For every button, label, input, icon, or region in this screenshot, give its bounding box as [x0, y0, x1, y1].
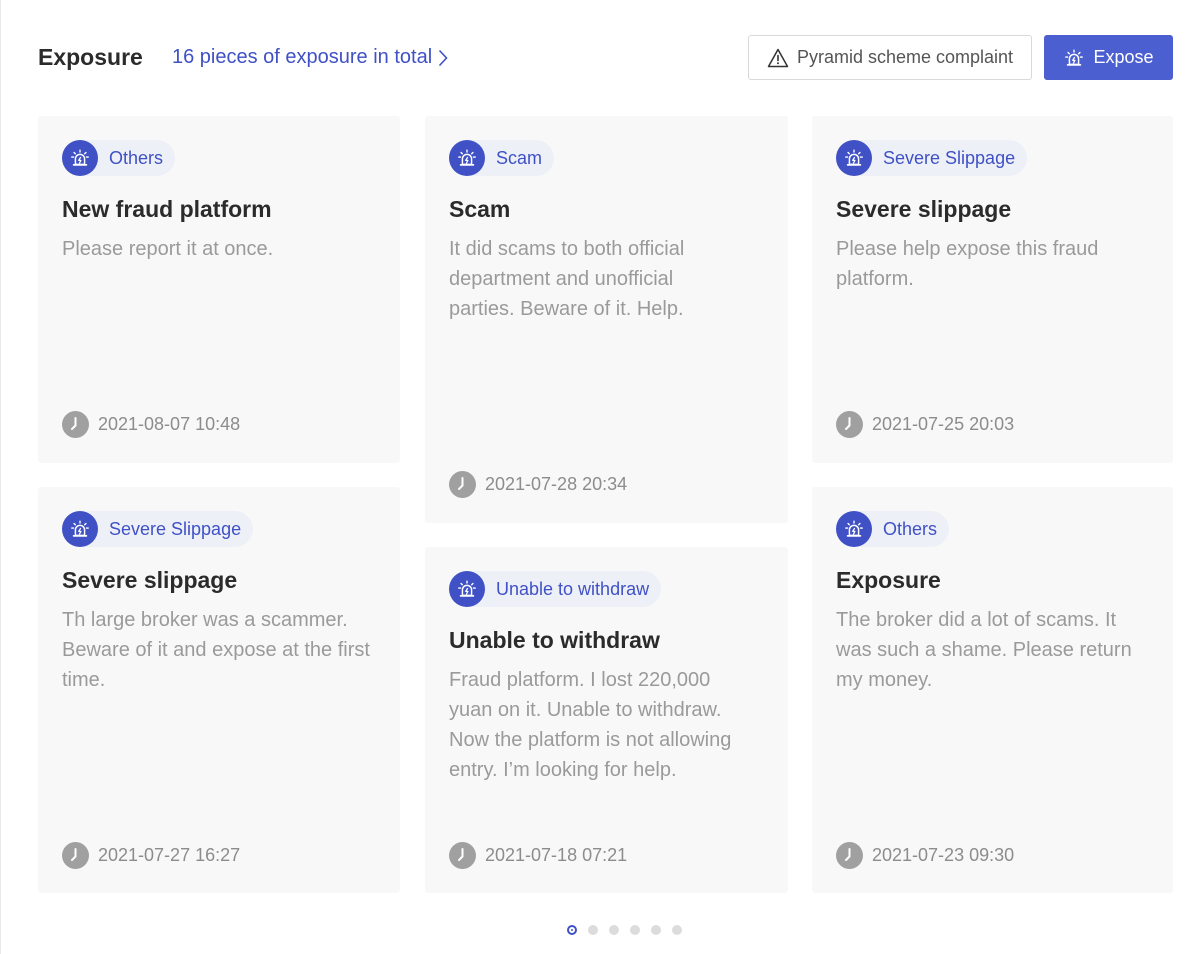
card-timestamp: 2021-07-23 09:30	[836, 842, 1014, 869]
expose-button[interactable]: Expose	[1044, 35, 1173, 80]
clock-icon	[836, 842, 863, 869]
card-description: Please report it at once.	[62, 238, 274, 260]
category-label: Others	[109, 147, 164, 168]
category-tag: Scam	[449, 140, 555, 176]
timestamp-text: 2021-08-07 10:48	[98, 414, 241, 434]
exposure-card[interactable]: Others Exposure The broker did a lot of …	[812, 487, 1173, 893]
pyramid-scheme-complaint-button[interactable]: Pyramid scheme complaint	[748, 35, 1032, 80]
card-title: Severe slippage	[62, 567, 238, 593]
card-title: Severe slippage	[836, 196, 1012, 222]
alarm-icon	[62, 511, 98, 547]
card-title: Exposure	[836, 567, 941, 593]
category-label: Severe Slippage	[109, 518, 242, 539]
category-tag: Others	[62, 140, 176, 176]
exposure-card[interactable]: Unable to withdraw Unable to withdraw Fr…	[425, 547, 788, 893]
card-description: Please help expose this fraud platform.	[836, 238, 1099, 290]
page-dot-5[interactable]	[651, 925, 661, 935]
warning-icon	[767, 48, 789, 67]
category-tag: Severe Slippage	[62, 511, 254, 547]
page-title: Exposure	[38, 44, 143, 70]
category-tag: Unable to withdraw	[449, 571, 662, 607]
chevron-right-icon	[439, 49, 448, 66]
clock-icon	[62, 411, 89, 438]
page-dot-4[interactable]	[630, 925, 640, 935]
category-label: Scam	[496, 147, 543, 168]
clock-icon	[62, 842, 89, 869]
category-tag: Severe Slippage	[836, 140, 1028, 176]
card-description: Fraud platform. I lost 220,000 yuan on i…	[449, 669, 732, 781]
card-title: Unable to withdraw	[449, 627, 660, 653]
exposure-card[interactable]: Severe Slippage Severe slippage Please h…	[812, 116, 1173, 463]
alarm-icon	[836, 140, 872, 176]
timestamp-text: 2021-07-27 16:27	[98, 845, 241, 865]
page-dot-1[interactable]	[567, 925, 577, 935]
timestamp-text: 2021-07-18 07:21	[485, 845, 628, 865]
alarm-icon	[449, 140, 485, 176]
card-description: Th large broker was a scammer. Beware of…	[62, 609, 370, 691]
timestamp-text: 2021-07-28 20:34	[485, 474, 628, 494]
category-label: Severe Slippage	[883, 147, 1016, 168]
total-exposure-label: 16 pieces of exposure in total	[172, 46, 433, 68]
card-timestamp: 2021-07-18 07:21	[449, 842, 627, 869]
page-dot-2[interactable]	[588, 925, 598, 935]
page-dot-6[interactable]	[672, 925, 682, 935]
card-timestamp: 2021-08-07 10:48	[62, 411, 240, 438]
alarm-icon	[62, 140, 98, 176]
alarm-icon	[449, 571, 485, 607]
clock-icon	[449, 842, 476, 869]
card-description: It did scams to both official department…	[449, 238, 685, 320]
card-title: Scam	[449, 196, 511, 222]
exposure-panel: Exposure 16 pieces of exposure in total …	[0, 0, 1200, 954]
card-title: New fraud platform	[62, 196, 272, 222]
alarm-icon	[1063, 47, 1085, 69]
card-timestamp: 2021-07-27 16:27	[62, 842, 240, 869]
clock-icon	[449, 471, 476, 498]
alarm-icon	[836, 511, 872, 547]
exposure-card[interactable]: Others New fraud platform Please report …	[38, 116, 400, 463]
expose-button-label: Expose	[1093, 47, 1154, 67]
card-description: The broker did a lot of scams. It was su…	[836, 609, 1132, 691]
card-timestamp: 2021-07-25 20:03	[836, 411, 1014, 438]
exposure-card[interactable]: Scam Scam It did scams to both official …	[425, 116, 788, 523]
total-exposure-link[interactable]: 16 pieces of exposure in total	[172, 46, 448, 69]
pagination-dots	[567, 925, 682, 935]
category-label: Others	[883, 518, 938, 539]
page-dot-3[interactable]	[609, 925, 619, 935]
card-timestamp: 2021-07-28 20:34	[449, 471, 627, 498]
category-tag: Others	[836, 511, 950, 547]
timestamp-text: 2021-07-23 09:30	[872, 845, 1015, 865]
complaint-button-label: Pyramid scheme complaint	[796, 47, 1014, 67]
category-label: Unable to withdraw	[496, 578, 650, 599]
exposure-card[interactable]: Severe Slippage Severe slippage Th large…	[38, 487, 400, 893]
clock-icon	[836, 411, 863, 438]
timestamp-text: 2021-07-25 20:03	[872, 414, 1015, 434]
